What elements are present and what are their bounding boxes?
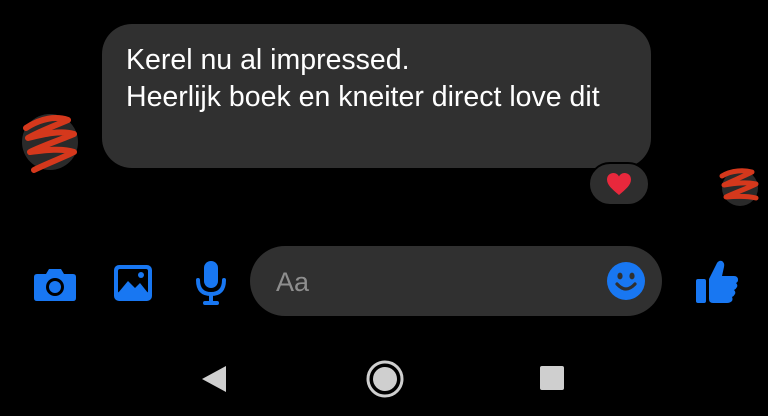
nav-back-button[interactable] (196, 360, 232, 398)
messenger-chat-screen: Kerel nu al impressed. Heerlijk boek en … (0, 0, 768, 416)
sender-avatar[interactable] (22, 114, 78, 173)
heart-icon (607, 173, 631, 195)
back-triangle-icon (202, 366, 226, 392)
like-button[interactable] (690, 256, 744, 308)
message-input[interactable] (274, 260, 598, 304)
nav-home-button[interactable] (364, 358, 406, 400)
camera-icon (34, 269, 76, 301)
message-bubble[interactable]: Kerel nu al impressed. Heerlijk boek en … (102, 24, 651, 168)
camera-button[interactable] (30, 262, 80, 306)
home-circle-icon (366, 360, 404, 398)
smiley-icon (607, 262, 645, 300)
thumbs-up-icon (696, 260, 738, 303)
nav-recents-button[interactable] (536, 362, 568, 394)
voice-message-button[interactable] (188, 258, 234, 308)
image-icon (114, 265, 152, 301)
recents-square-icon (540, 366, 564, 390)
scribble-redaction (23, 115, 77, 173)
message-line: Kerel nu al impressed. (126, 44, 410, 76)
seen-receipt-avatar (719, 168, 759, 206)
message-line: Heerlijk boek en kneiter direct love dit (126, 81, 600, 113)
message-composer (250, 246, 662, 316)
scribble-redaction (719, 168, 759, 201)
emoji-button[interactable] (606, 261, 646, 301)
microphone-icon (196, 261, 226, 305)
message-reaction[interactable] (588, 162, 650, 206)
gallery-button[interactable] (108, 260, 158, 306)
